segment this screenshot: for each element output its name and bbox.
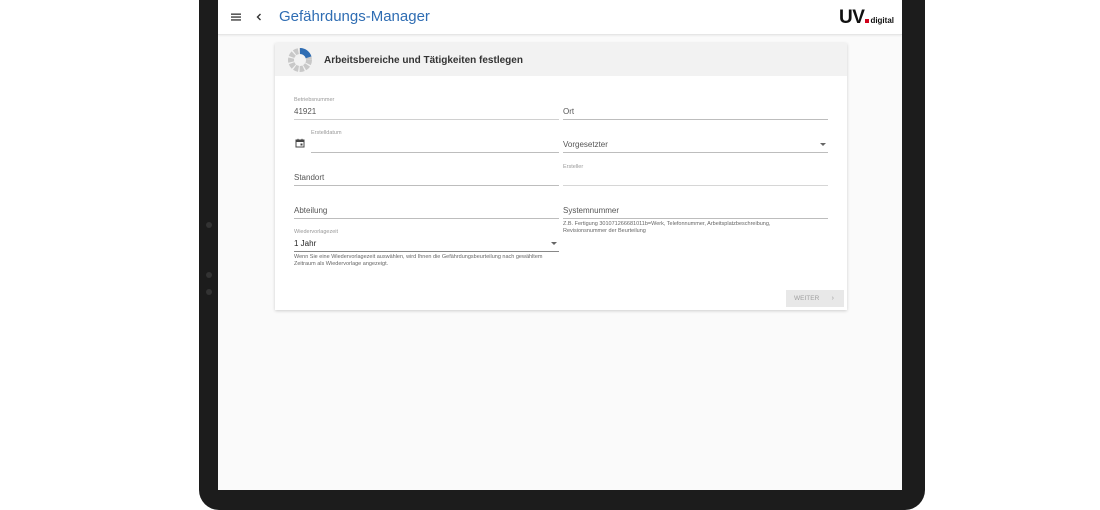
card-title: Arbeitsbereiche und Tätigkeiten festlege… <box>324 55 523 66</box>
form-card: Arbeitsbereiche und Tätigkeiten festlege… <box>275 43 847 310</box>
systemnummer-field[interactable]: Systemnummer <box>563 196 828 219</box>
logo-dot <box>865 19 870 23</box>
weiter-button-label: WEITER <box>794 295 820 302</box>
menu-icon[interactable] <box>230 11 242 23</box>
vorgesetzter-underline <box>563 152 828 153</box>
logo-subtext: digital <box>870 16 894 25</box>
bezel-sensor <box>206 289 212 295</box>
ort-placeholder: Ort <box>563 107 575 116</box>
betriebsnummer-field[interactable]: Betriebsnummer 41921 <box>294 97 559 120</box>
standort-placeholder: Standort <box>294 173 325 182</box>
logo-text: UV <box>839 7 865 28</box>
progress-ring-icon <box>288 47 312 72</box>
ersteller-field[interactable]: Ersteller <box>563 163 828 186</box>
ort-underline <box>563 119 828 120</box>
uv-digital-logo: UV digital <box>839 7 894 29</box>
systemnummer-underline <box>563 218 828 219</box>
wiedervorlagezeit-hint: Wenn Sie eine Wiedervorlagezeit auswähle… <box>294 254 543 267</box>
weiter-button[interactable]: WEITER › <box>786 290 844 307</box>
back-chevron-icon[interactable] <box>254 11 264 23</box>
standort-field[interactable]: Standort <box>294 163 559 186</box>
app-bar: Gefährdungs-Manager UV digital <box>218 0 902 35</box>
abteilung-placeholder: Abteilung <box>294 206 328 215</box>
bezel-sensor <box>206 222 212 228</box>
dropdown-arrow-icon <box>551 242 557 245</box>
ort-field[interactable]: Ort <box>563 97 828 120</box>
abteilung-underline <box>294 218 559 219</box>
betriebsnummer-label: Betriebsnummer <box>294 97 335 103</box>
app-screen: Gefährdungs-Manager UV digital Arbeitsber… <box>218 0 902 490</box>
erstelldatum-underline <box>311 152 559 153</box>
card-header: Arbeitsbereiche und Tätigkeiten festlege… <box>275 43 847 76</box>
app-title: Gefährdungs-Manager <box>279 8 430 25</box>
betriebsnummer-underline <box>294 119 559 120</box>
dropdown-arrow-icon <box>820 143 826 146</box>
erstelldatum-label: Erstelldatum <box>311 130 342 136</box>
ersteller-label: Ersteller <box>563 164 584 170</box>
abteilung-field[interactable]: Abteilung <box>294 196 559 219</box>
wiedervorlagezeit-label: Wiedervorlagezeit <box>294 229 339 235</box>
systemnummer-hint: Z.B. Fertigung 301071266681011b=Werk, Te… <box>563 221 771 234</box>
betriebsnummer-value: 41921 <box>294 107 317 116</box>
erstelldatum-field[interactable]: Erstelldatum <box>311 130 559 153</box>
chevron-right-icon: › <box>831 295 834 302</box>
wiedervorlagezeit-select[interactable]: Wiedervorlagezeit 1 Jahr <box>294 229 559 252</box>
bezel-sensor <box>206 272 212 278</box>
calendar-icon[interactable] <box>295 138 305 148</box>
vorgesetzter-select[interactable]: Vorgesetzter <box>563 130 828 153</box>
systemnummer-placeholder: Systemnummer <box>563 206 620 215</box>
standort-underline <box>294 185 559 186</box>
ersteller-underline <box>563 185 828 186</box>
wiedervorlagezeit-value: 1 Jahr <box>294 239 317 248</box>
vorgesetzter-placeholder: Vorgesetzter <box>563 140 608 149</box>
wiedervorlagezeit-underline <box>294 251 559 252</box>
